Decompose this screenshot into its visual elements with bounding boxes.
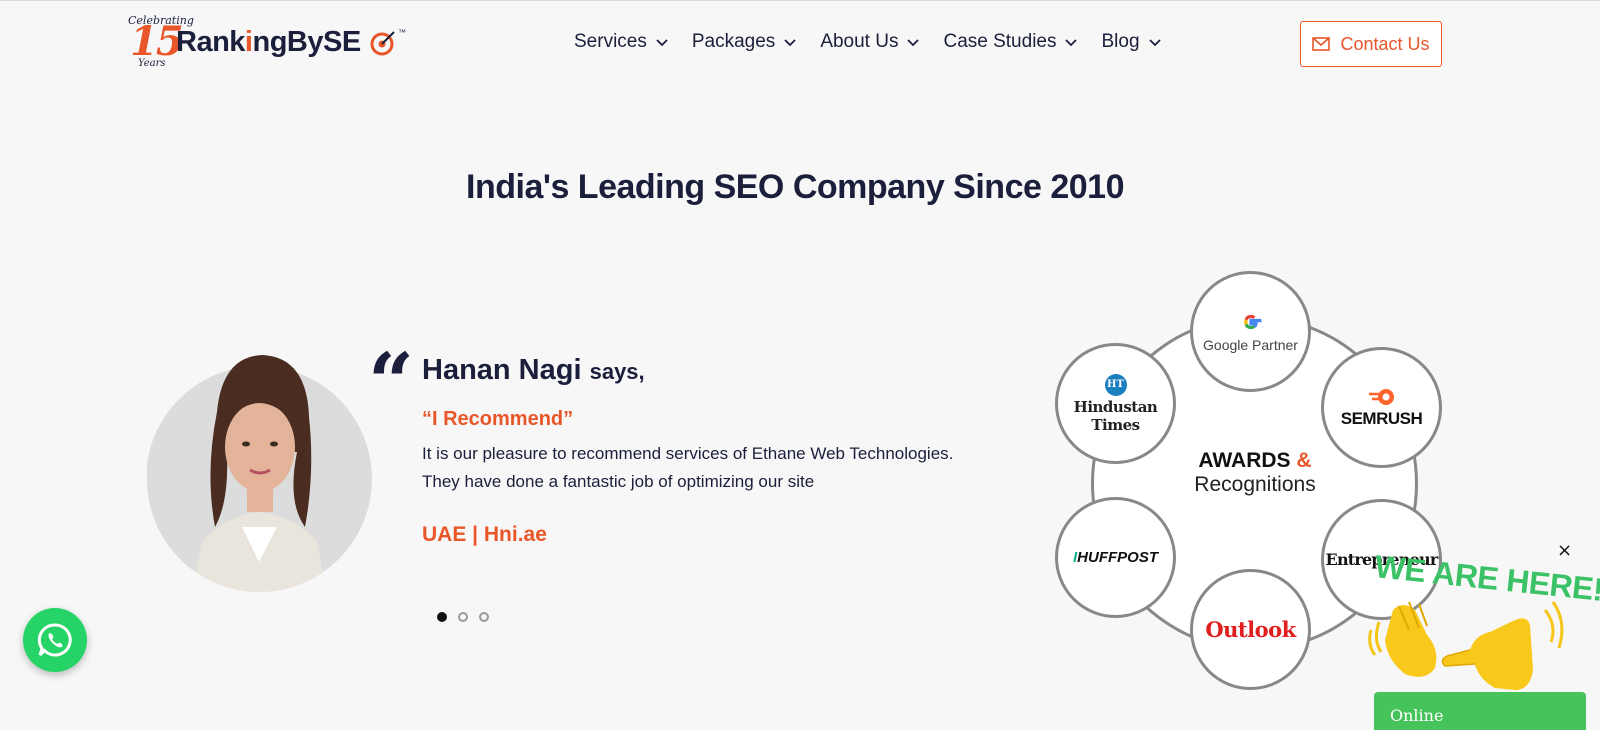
hindustan-times-label: Hindustan Times	[1073, 397, 1158, 434]
semrush-badge: SEMRUSH	[1321, 347, 1442, 468]
contact-us-button[interactable]: Contact Us	[1300, 21, 1442, 67]
top-border	[0, 0, 1600, 1]
author-name: Hanan Nagi	[422, 354, 582, 386]
chevron-down-icon	[1065, 39, 1078, 47]
ht-icon: HT	[1104, 373, 1127, 396]
testimonial-avatar	[147, 352, 372, 592]
testimonial-headline: “I Recommend”	[422, 408, 574, 430]
carousel-dot-2[interactable]	[458, 612, 468, 622]
outlook-label: Outlook	[1205, 617, 1296, 642]
mail-icon	[1312, 37, 1331, 51]
chevron-down-icon	[784, 39, 796, 47]
testimonial-body: It is our pleasure to recommend services…	[422, 444, 954, 491]
online-chat-bar[interactable]: Online	[1374, 692, 1586, 730]
nav-about-us-label: About Us	[820, 31, 899, 52]
contact-us-label: Contact Us	[1340, 33, 1430, 54]
logo[interactable]: Celebrating 15 Years RankingBySE ™	[128, 14, 413, 72]
hindustan-times-badge: HT Hindustan Times	[1055, 343, 1176, 464]
testimonial-source: UAE | Hni.ae	[422, 523, 547, 546]
google-g-icon	[1243, 314, 1262, 330]
awards-center-label: AWARDS & Recognitions	[1155, 449, 1355, 497]
google-partner-label: Google Partner	[1203, 337, 1298, 353]
nav-packages[interactable]: Packages	[692, 31, 797, 53]
huffpost-label: IHUFFPOST	[1072, 549, 1158, 566]
carousel-dot-1[interactable]	[437, 612, 447, 622]
awards-label: AWARDS	[1198, 449, 1291, 472]
close-icon[interactable]: ×	[1557, 540, 1572, 561]
recognitions-label: Recognitions	[1194, 473, 1316, 496]
chevron-down-icon	[656, 39, 668, 47]
author-says: says,	[589, 359, 645, 384]
semrush-flame-icon	[1368, 388, 1394, 405]
logo-years: Years	[138, 58, 166, 69]
logo-tm: ™	[398, 28, 406, 37]
nav-blog[interactable]: Blog	[1101, 31, 1161, 53]
waving-hands-icon	[1368, 601, 1564, 690]
nav-case-studies-label: Case Studies	[943, 31, 1057, 52]
main-nav: Services Packages About Us Case Studies …	[574, 31, 1162, 53]
whatsapp-icon	[37, 623, 72, 657]
outlook-badge: Outlook	[1190, 569, 1311, 690]
carousel-dot-3[interactable]	[479, 612, 489, 622]
nav-blog-label: Blog	[1101, 31, 1140, 52]
quote-icon: “	[368, 335, 415, 429]
google-partner-badge: Google Partner	[1190, 271, 1311, 392]
chevron-down-icon	[1148, 39, 1161, 47]
testimonial-author: Hanan Nagi says,	[422, 354, 645, 387]
page-title: India's Leading SEO Company Since 2010	[466, 168, 1124, 206]
nav-services-label: Services	[574, 31, 647, 52]
nav-services[interactable]: Services	[574, 31, 669, 53]
nav-packages-label: Packages	[691, 31, 776, 52]
target-icon	[370, 31, 395, 56]
huffpost-badge: IHUFFPOST	[1055, 497, 1176, 618]
whatsapp-button[interactable]	[23, 608, 87, 672]
nav-case-studies[interactable]: Case Studies	[943, 31, 1078, 53]
logo-15: 15	[130, 18, 184, 65]
semrush-label: SEMRUSH	[1340, 408, 1423, 428]
logo-wordmark: RankingBySE	[176, 26, 361, 58]
carousel-dots	[437, 612, 489, 622]
online-label: Online	[1390, 706, 1444, 725]
nav-about-us[interactable]: About Us	[820, 31, 920, 53]
chevron-down-icon	[907, 39, 920, 47]
awards-amp: &	[1296, 449, 1312, 472]
